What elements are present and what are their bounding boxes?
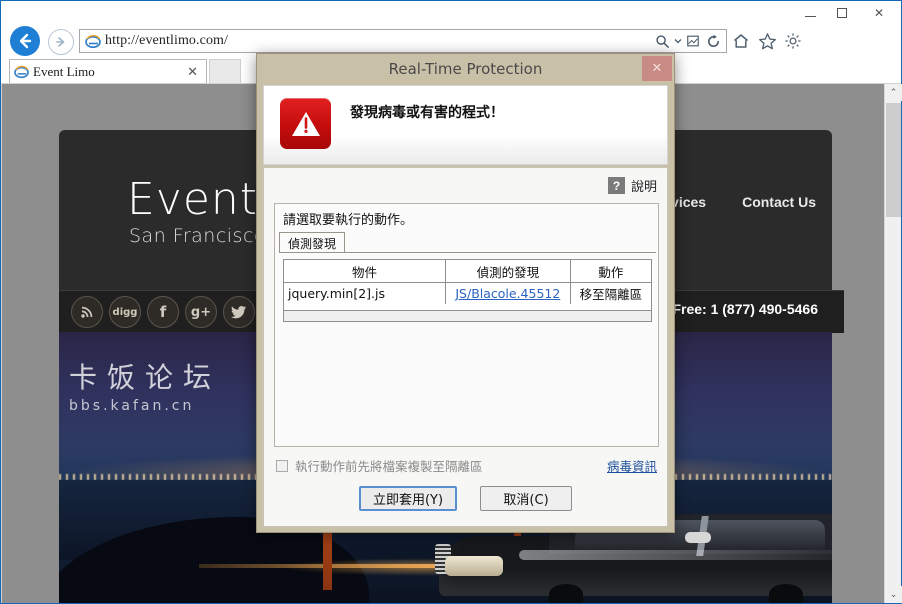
limo-wheel-front: [549, 584, 583, 603]
detection-panel: 請選取要執行的動作。 偵測發現 物件 偵測的發現 動作 jquery.min[2…: [274, 203, 659, 447]
ie-logo-icon: [14, 65, 29, 79]
virus-info-link[interactable]: 病毒資訊: [607, 456, 657, 475]
table-header-row: 物件 偵測的發現 動作: [284, 260, 651, 283]
instruction-text: 請選取要執行的動作。: [283, 213, 414, 228]
maximize-button[interactable]: [826, 1, 857, 25]
browser-tab-event-limo[interactable]: Event Limo ✕: [9, 59, 207, 83]
limo-wheel-rear: [769, 584, 803, 603]
rss-icon[interactable]: [71, 296, 103, 328]
address-bar[interactable]: http://eventlimo.com/: [79, 29, 727, 53]
watermark-title: 卡饭论坛: [69, 361, 222, 394]
tab-underline: [279, 252, 656, 253]
chevron-down-icon[interactable]: [673, 32, 682, 50]
home-icon[interactable]: [731, 31, 751, 51]
realtime-protection-dialog: Real-Time Protection ✕ 發現病毒或有害的程式！ ? 說明 …: [256, 53, 675, 533]
dialog-close-button[interactable]: ✕: [642, 56, 672, 81]
favorites-icon[interactable]: [757, 31, 777, 51]
back-arrow-icon: [19, 33, 32, 49]
new-tab-button[interactable]: [209, 59, 241, 83]
detection-tabs: 偵測發現: [279, 232, 346, 253]
scrollbar-thumb[interactable]: [886, 103, 901, 217]
back-button[interactable]: [10, 26, 40, 56]
column-header-object: 物件: [284, 260, 446, 283]
watermark-subtitle: bbs.kafan.cn: [69, 398, 195, 414]
dialog-body: ? 說明 請選取要執行的動作。 偵測發現 物件 偵測的發現 動作 jquery.…: [263, 167, 668, 527]
window-titlebar: ✕: [1, 1, 901, 25]
warning-triangle-icon: [280, 98, 331, 149]
tab-title: Event Limo: [33, 63, 95, 79]
screenshot-root: ✕ http://eventlimo.com/ Event Limo ✕ Eve…: [0, 0, 902, 604]
help-label[interactable]: 說明: [631, 176, 657, 195]
nav-link-contact-us[interactable]: Contact Us: [742, 194, 816, 210]
help-row[interactable]: ? 說明: [607, 176, 657, 195]
dialog-title-text: Real-Time Protection: [388, 59, 543, 78]
scroll-up-button[interactable]: ⌃: [885, 84, 902, 101]
dialog-alert-banner: 發現病毒或有害的程式！: [263, 85, 668, 165]
digg-icon[interactable]: digg: [109, 296, 141, 328]
minimize-icon: [805, 15, 816, 17]
table-row[interactable]: jquery.min[2].js JS/Blacole.45512 移至隔離區: [284, 282, 651, 305]
ie-logo-icon: [85, 34, 101, 49]
copy-to-quarantine-checkbox[interactable]: [276, 459, 288, 472]
help-icon[interactable]: ?: [607, 177, 625, 194]
search-icon[interactable]: [653, 32, 671, 50]
tools-gear-icon[interactable]: [783, 31, 803, 51]
apply-now-button[interactable]: 立即套用(Y): [358, 486, 458, 511]
forward-button[interactable]: [48, 29, 74, 55]
forward-arrow-icon: [56, 37, 65, 47]
detection-link[interactable]: JS/Blacole.45512: [455, 286, 560, 301]
close-icon: ✕: [651, 61, 663, 76]
cell-detection[interactable]: JS/Blacole.45512: [445, 282, 571, 304]
googleplus-icon[interactable]: g+: [185, 296, 217, 328]
dialog-button-row: 立即套用(Y) 取消(C): [264, 486, 667, 511]
close-icon: ✕: [873, 6, 885, 20]
column-header-action: 動作: [570, 260, 651, 283]
copy-to-quarantine-label: 執行動作前先將檔案複製至隔離區: [295, 459, 483, 474]
facebook-icon[interactable]: f: [147, 296, 179, 328]
cell-action[interactable]: 移至隔離區: [570, 283, 651, 305]
limo-mirror: [685, 532, 711, 543]
tab-detections[interactable]: 偵測發現: [279, 232, 346, 253]
window-controls: ✕: [795, 1, 901, 25]
address-text[interactable]: http://eventlimo.com/: [105, 33, 228, 49]
table-empty-area: [283, 311, 652, 322]
address-bar-icons: [653, 30, 726, 52]
tab-close-icon[interactable]: ✕: [183, 64, 202, 80]
scroll-down-button[interactable]: ⌄: [885, 586, 902, 603]
close-button[interactable]: ✕: [857, 1, 901, 25]
browser-tool-icons: [731, 29, 803, 53]
alert-message: 發現病毒或有害的程式！: [350, 105, 504, 121]
minimize-button[interactable]: [795, 1, 826, 25]
vertical-scrollbar[interactable]: ⌃ ⌄: [884, 84, 902, 603]
maximize-icon: [836, 8, 847, 18]
twitter-icon[interactable]: [223, 296, 255, 328]
copy-to-quarantine-checkbox-row[interactable]: 執行動作前先將檔案複製至隔離區: [276, 456, 483, 475]
detections-table: 物件 偵測的發現 動作 jquery.min[2].js JS/Blacole.…: [283, 259, 652, 311]
limo-highlight: [519, 550, 832, 560]
refresh-icon[interactable]: [704, 32, 722, 50]
compatibility-view-icon[interactable]: [684, 32, 702, 50]
dialog-titlebar: Real-Time Protection ✕: [257, 54, 674, 83]
cancel-button[interactable]: 取消(C): [480, 486, 573, 511]
column-header-detection: 偵測的發現: [445, 260, 571, 283]
browser-window: ✕ http://eventlimo.com/ Event Limo ✕ Eve…: [0, 0, 902, 604]
cell-object: jquery.min[2].js: [284, 282, 446, 304]
forum-watermark: 卡饭论坛 bbs.kafan.cn: [69, 356, 221, 597]
limo-headlight: [445, 556, 503, 576]
